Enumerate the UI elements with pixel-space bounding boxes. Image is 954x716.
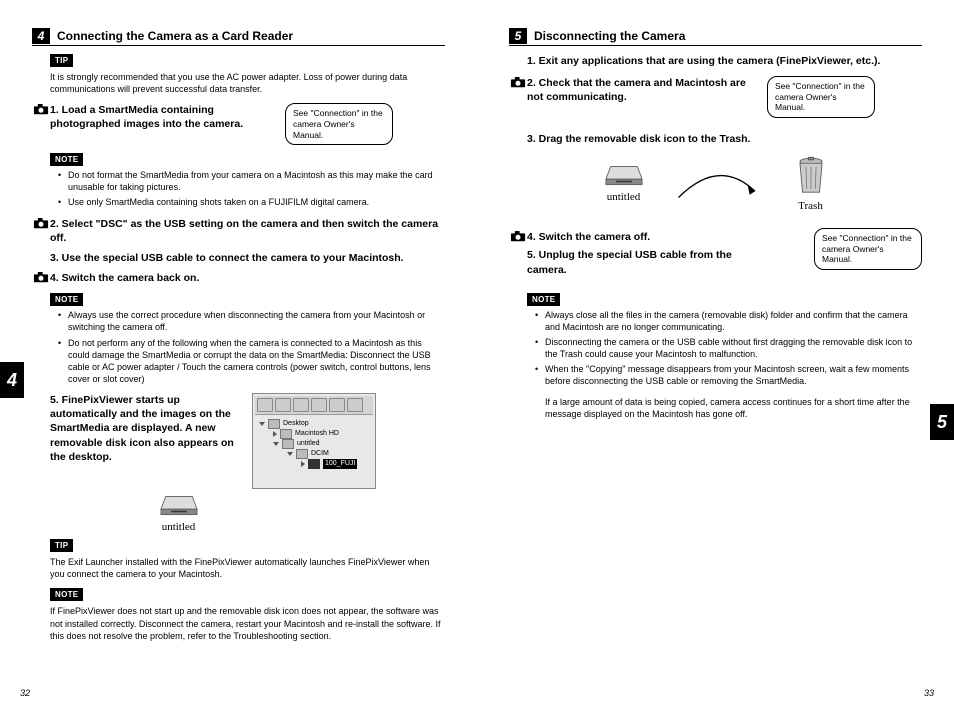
camera-icon [32, 218, 50, 229]
step-4: 4. Switch the camera off. [527, 230, 804, 244]
removable-disk-icon [604, 165, 644, 187]
note-bullet: Do not perform any of the following when… [58, 337, 445, 386]
step-1: 1. Load a SmartMedia containing photogra… [50, 103, 275, 131]
page-tab-left: 4 [0, 362, 24, 398]
step-1: 1. Exit any applications that are using … [527, 54, 922, 68]
section-title: Disconnecting the Camera [534, 29, 685, 43]
page-number: 33 [924, 688, 934, 698]
section-number-box: 4 [32, 28, 50, 44]
note-label: NOTE [50, 293, 83, 306]
camera-icon [509, 77, 527, 88]
note-bullet: Do not format the SmartMedia from your c… [58, 169, 445, 193]
arrow-icon [674, 166, 764, 202]
tip-label: TIP [50, 54, 73, 67]
trash-icon [794, 156, 828, 196]
note-text: If FinePixViewer does not start up and t… [50, 605, 445, 641]
note-bullet: Always close all the files in the camera… [535, 309, 922, 333]
callout-connection: See "Connection" in the camera Owner's M… [285, 103, 393, 145]
step-2: 2. Select "DSC" as the USB setting on th… [50, 217, 445, 245]
trash-label: Trash [794, 200, 828, 212]
step-3: 3. Use the special USB cable to connect … [50, 251, 445, 265]
note-label: NOTE [527, 293, 560, 306]
page-left: 4 Connecting the Camera as a Card Reader… [0, 0, 477, 716]
step-2: 2. Check that the camera and Macintosh a… [527, 76, 757, 104]
note-bullet: Use only SmartMedia containing shots tak… [58, 196, 445, 208]
note-subtext: If a large amount of data is being copie… [527, 396, 922, 420]
note-bullet: Disconnecting the camera or the USB cabl… [535, 336, 922, 360]
section-heading-5: 5 Disconnecting the Camera [509, 28, 922, 46]
page-number: 32 [20, 688, 30, 698]
tip-text: The Exif Launcher installed with the Fin… [50, 556, 445, 580]
page-tab-right: 5 [930, 404, 954, 440]
note-bullet: Always use the correct procedure when di… [58, 309, 445, 333]
removable-disk-icon [159, 495, 199, 517]
note-label: NOTE [50, 588, 83, 601]
tip-label: TIP [50, 539, 73, 552]
finder-screenshot: Desktop Macintosh HD untitled DCIM 100_F… [252, 393, 376, 489]
step-5: 5. FinePixViewer starts up automatically… [50, 393, 240, 464]
disk-label: untitled [0, 521, 445, 533]
page-right: 5 Disconnecting the Camera 1. Exit any a… [477, 0, 954, 716]
section-number-box: 5 [509, 28, 527, 44]
callout-connection: See "Connection" in the camera Owner's M… [814, 228, 922, 270]
step-5: 5. Unplug the special USB cable from the… [527, 248, 757, 276]
step-4: 4. Switch the camera back on. [50, 271, 445, 285]
note-label: NOTE [50, 153, 83, 166]
note-bullet: When the "Copying" message disappears fr… [535, 363, 922, 387]
camera-icon [32, 272, 50, 283]
disk-label: untitled [604, 191, 644, 203]
tip-text: It is strongly recommended that you use … [50, 71, 445, 95]
callout-connection: See "Connection" in the camera Owner's M… [767, 76, 875, 118]
camera-icon [32, 104, 50, 115]
camera-icon [509, 231, 527, 242]
section-heading-4: 4 Connecting the Camera as a Card Reader [32, 28, 445, 46]
section-title: Connecting the Camera as a Card Reader [57, 29, 293, 43]
step-3: 3. Drag the removable disk icon to the T… [527, 132, 922, 146]
